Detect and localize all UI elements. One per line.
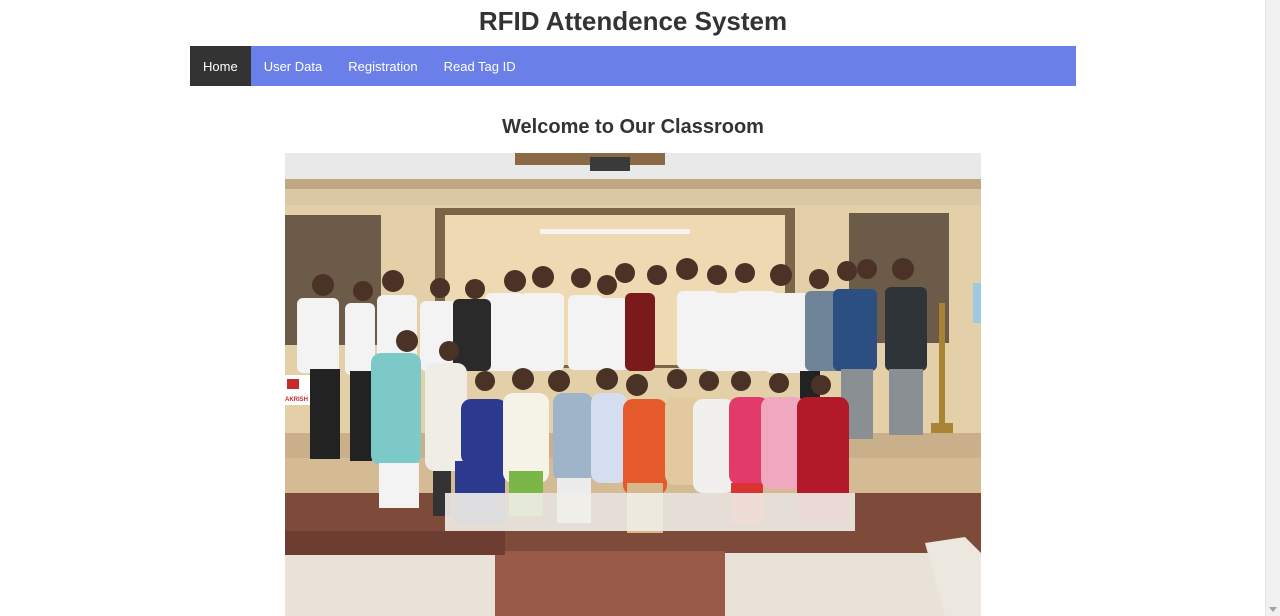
page-scrollbar[interactable]: [1265, 0, 1280, 616]
site-title: RFID Attendence System: [478, 6, 788, 36]
welcome-heading: Welcome to Our Classroom: [502, 116, 764, 138]
page: RFID Attendence System Home User Data Re…: [0, 0, 1266, 616]
nav-home[interactable]: Home: [190, 46, 251, 86]
scroll-down-icon[interactable]: [1269, 607, 1277, 612]
nav-user-data[interactable]: User Data: [251, 46, 336, 86]
navbar: Home User Data Registration Read Tag ID: [190, 46, 1076, 86]
classroom-photo: AKRISH: [285, 153, 981, 616]
nav-registration[interactable]: Registration: [335, 46, 430, 86]
nav-read-tag-id[interactable]: Read Tag ID: [431, 46, 529, 86]
photo-banner-text: AKRISH: [285, 397, 308, 403]
